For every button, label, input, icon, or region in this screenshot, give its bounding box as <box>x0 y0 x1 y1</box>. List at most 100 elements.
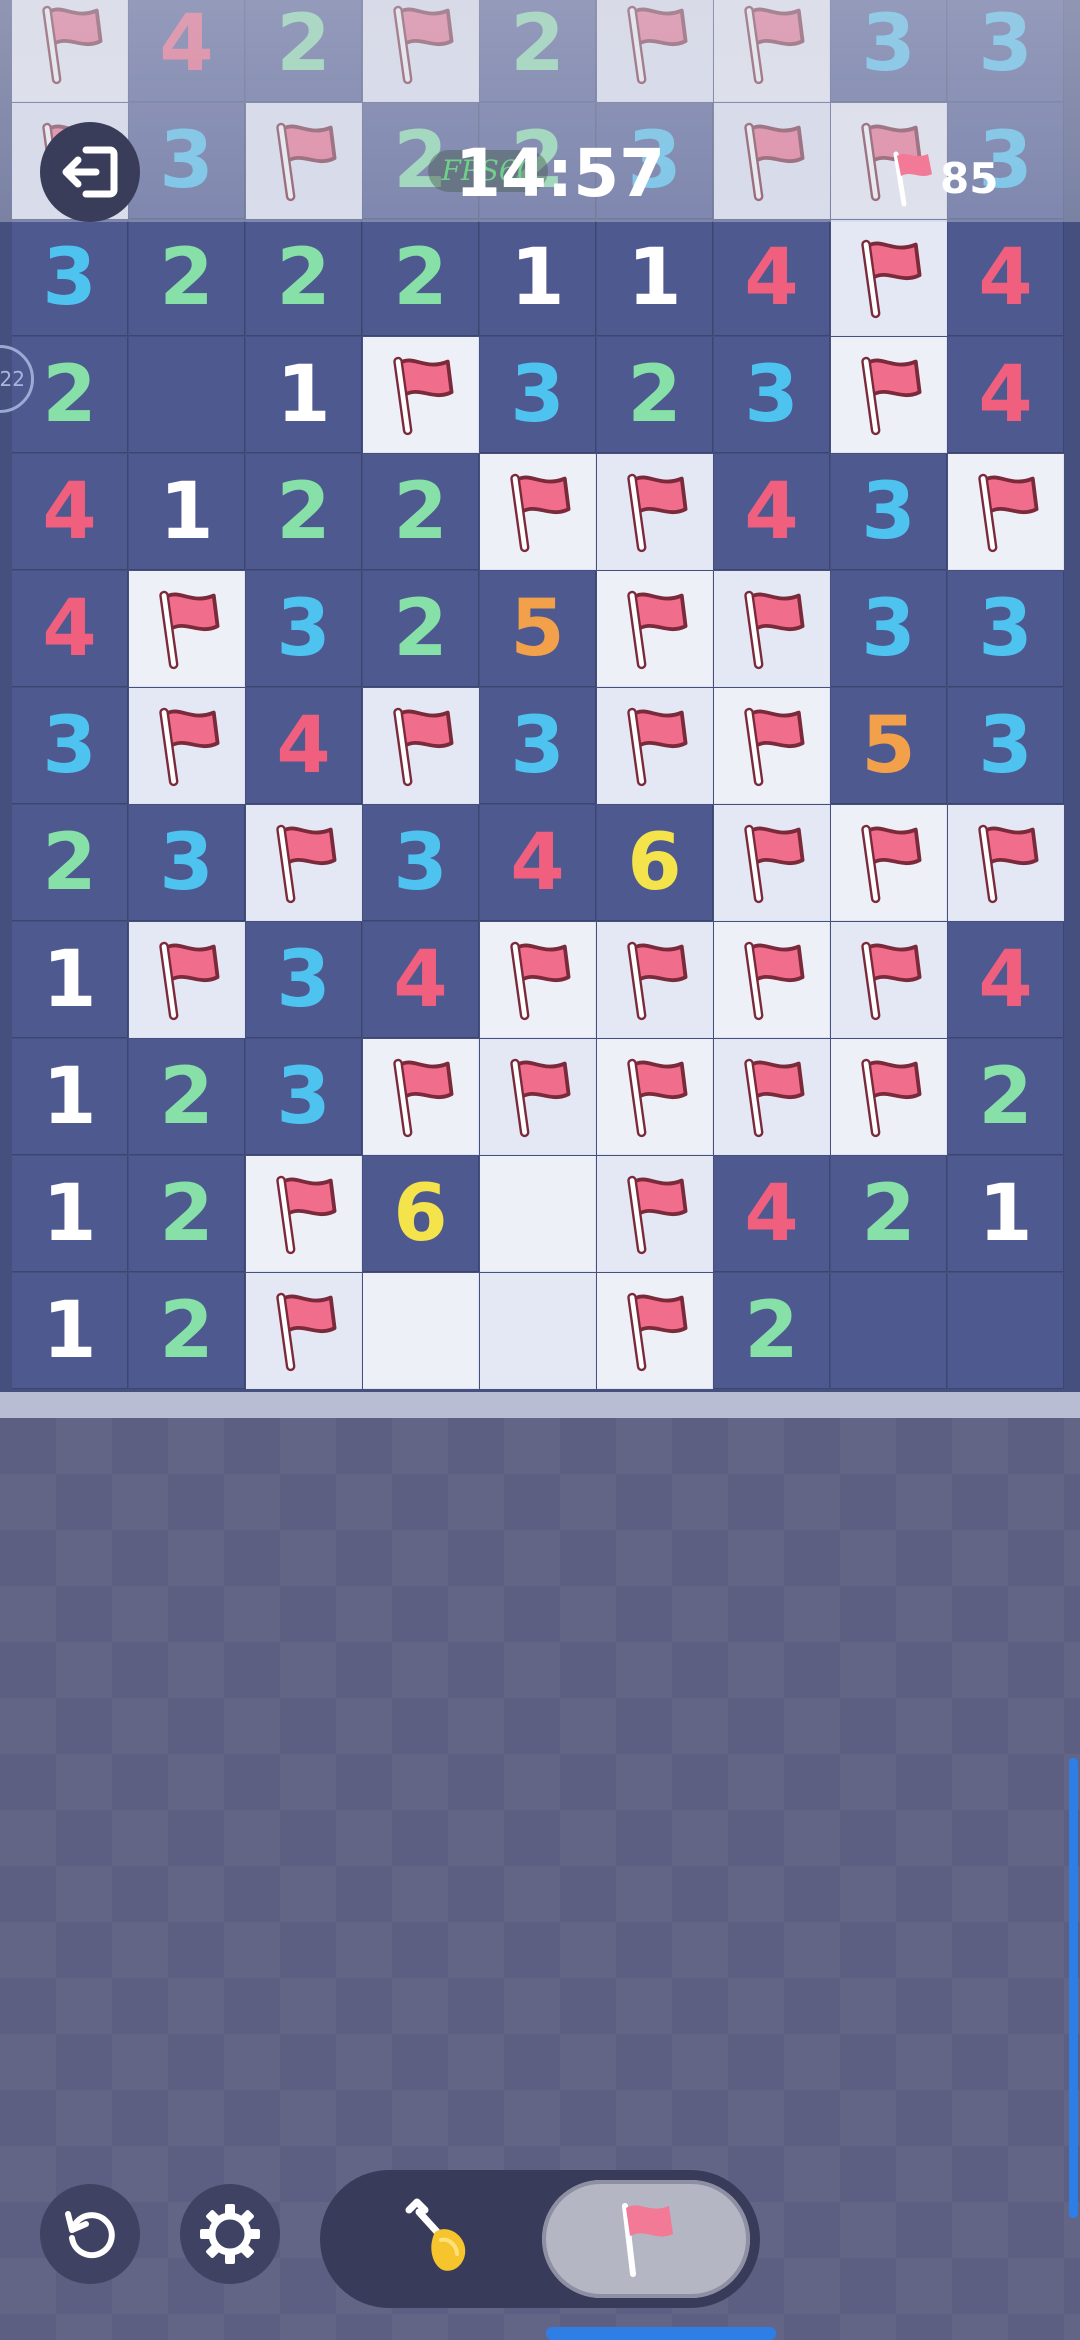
number-cell[interactable]: 4 <box>948 337 1064 453</box>
flagged-cell[interactable] <box>597 922 713 1038</box>
number-cell[interactable]: 2 <box>12 805 128 921</box>
number-cell[interactable]: 3 <box>12 688 128 804</box>
flagged-cell[interactable] <box>948 805 1064 921</box>
flagged-cell[interactable] <box>363 0 479 102</box>
number-cell[interactable]: 2 <box>129 1039 245 1155</box>
number-cell[interactable]: 2 <box>246 0 362 102</box>
flagged-cell[interactable] <box>597 688 713 804</box>
flagged-cell[interactable] <box>363 337 479 453</box>
scroll-indicator[interactable] <box>1069 1758 1078 2218</box>
number-cell[interactable]: 1 <box>129 454 245 570</box>
flagged-cell[interactable] <box>597 454 713 570</box>
empty-cell[interactable] <box>948 1273 1064 1389</box>
flagged-cell[interactable] <box>714 0 830 102</box>
number-cell[interactable]: 4 <box>12 571 128 687</box>
restart-button[interactable] <box>40 2184 140 2284</box>
number-cell[interactable]: 4 <box>480 805 596 921</box>
number-cell[interactable]: 1 <box>480 220 596 336</box>
flagged-cell[interactable] <box>714 688 830 804</box>
flagged-cell[interactable] <box>597 1273 713 1389</box>
flag-mode-button[interactable] <box>542 2180 750 2298</box>
flagged-cell[interactable] <box>480 922 596 1038</box>
flagged-cell[interactable] <box>246 1273 362 1389</box>
number-cell[interactable]: 1 <box>12 1039 128 1155</box>
flagged-cell[interactable] <box>363 1039 479 1155</box>
number-cell[interactable]: 2 <box>363 220 479 336</box>
number-cell[interactable]: 4 <box>129 0 245 102</box>
number-cell[interactable]: 3 <box>480 337 596 453</box>
flagged-cell[interactable] <box>597 571 713 687</box>
number-cell[interactable]: 2 <box>714 1273 830 1389</box>
flagged-cell[interactable] <box>831 337 947 453</box>
flagged-cell[interactable] <box>480 1039 596 1155</box>
hidden-cell[interactable] <box>480 1156 596 1272</box>
number-cell[interactable]: 2 <box>831 1156 947 1272</box>
number-cell[interactable]: 4 <box>714 220 830 336</box>
number-cell[interactable]: 3 <box>246 571 362 687</box>
number-cell[interactable]: 3 <box>129 805 245 921</box>
number-cell[interactable]: 2 <box>246 454 362 570</box>
number-cell[interactable]: 2 <box>363 571 479 687</box>
number-cell[interactable]: 3 <box>948 688 1064 804</box>
flagged-cell[interactable] <box>480 454 596 570</box>
flagged-cell[interactable] <box>831 805 947 921</box>
number-cell[interactable]: 2 <box>246 220 362 336</box>
flagged-cell[interactable] <box>129 922 245 1038</box>
exit-button[interactable] <box>40 122 140 222</box>
number-cell[interactable]: 4 <box>363 922 479 1038</box>
number-cell[interactable]: 4 <box>246 688 362 804</box>
settings-button[interactable] <box>180 2184 280 2284</box>
number-cell[interactable]: 1 <box>12 922 128 1038</box>
number-cell[interactable]: 4 <box>714 454 830 570</box>
flagged-cell[interactable] <box>246 1156 362 1272</box>
flagged-cell[interactable] <box>129 688 245 804</box>
flagged-cell[interactable] <box>363 688 479 804</box>
number-cell[interactable]: 6 <box>597 805 713 921</box>
number-cell[interactable]: 3 <box>831 571 947 687</box>
number-cell[interactable]: 3 <box>831 0 947 102</box>
number-cell[interactable]: 3 <box>12 220 128 336</box>
number-cell[interactable]: 2 <box>129 1273 245 1389</box>
flagged-cell[interactable] <box>246 805 362 921</box>
flagged-cell[interactable] <box>831 922 947 1038</box>
number-cell[interactable]: 3 <box>831 454 947 570</box>
flagged-cell[interactable] <box>714 922 830 1038</box>
flagged-cell[interactable] <box>597 1156 713 1272</box>
flagged-cell[interactable] <box>597 1039 713 1155</box>
number-cell[interactable]: 3 <box>363 805 479 921</box>
number-cell[interactable]: 2 <box>480 0 596 102</box>
number-cell[interactable]: 2 <box>129 220 245 336</box>
empty-cell[interactable] <box>831 1273 947 1389</box>
number-cell[interactable]: 4 <box>714 1156 830 1272</box>
empty-cell[interactable] <box>129 337 245 453</box>
flagged-cell[interactable] <box>129 571 245 687</box>
flagged-cell[interactable] <box>597 0 713 102</box>
flagged-cell[interactable] <box>12 0 128 102</box>
number-cell[interactable]: 1 <box>12 1156 128 1272</box>
number-cell[interactable]: 4 <box>948 220 1064 336</box>
flagged-cell[interactable] <box>714 805 830 921</box>
number-cell[interactable]: 3 <box>129 103 245 219</box>
flagged-cell[interactable] <box>714 1039 830 1155</box>
number-cell[interactable]: 1 <box>246 337 362 453</box>
number-cell[interactable]: 3 <box>948 0 1064 102</box>
number-cell[interactable]: 3 <box>480 688 596 804</box>
flagged-cell[interactable] <box>948 454 1064 570</box>
flagged-cell[interactable] <box>246 103 362 219</box>
flagged-cell[interactable] <box>831 220 947 336</box>
number-cell[interactable]: 2 <box>363 454 479 570</box>
number-cell[interactable]: 3 <box>714 337 830 453</box>
flagged-cell[interactable] <box>714 103 830 219</box>
number-cell[interactable]: 3 <box>948 571 1064 687</box>
number-cell[interactable]: 1 <box>948 1156 1064 1272</box>
number-cell[interactable]: 5 <box>831 688 947 804</box>
number-cell[interactable]: 6 <box>363 1156 479 1272</box>
hidden-cell[interactable] <box>363 1273 479 1389</box>
dig-mode-button[interactable] <box>340 2180 540 2298</box>
number-cell[interactable]: 5 <box>480 571 596 687</box>
number-cell[interactable]: 4 <box>12 454 128 570</box>
number-cell[interactable]: 2 <box>129 1156 245 1272</box>
flagged-cell[interactable] <box>831 1039 947 1155</box>
flagged-cell[interactable] <box>714 571 830 687</box>
number-cell[interactable]: 4 <box>948 922 1064 1038</box>
